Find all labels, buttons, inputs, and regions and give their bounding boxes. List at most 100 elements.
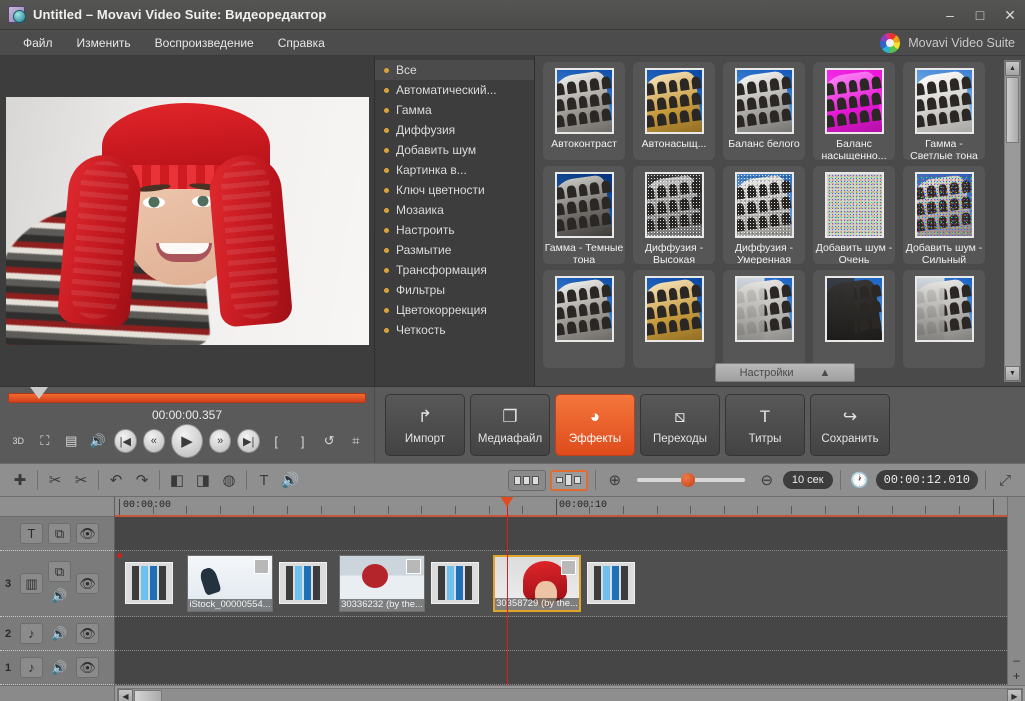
preview-pane[interactable]	[0, 56, 375, 386]
category-item-1[interactable]: Автоматический...	[375, 80, 534, 100]
minimize-button[interactable]: –	[935, 1, 965, 29]
rewind-button[interactable]: «	[143, 429, 166, 453]
scroll-up-button[interactable]: ▲	[1005, 61, 1020, 76]
effect-item-12[interactable]	[723, 270, 805, 368]
menu-help[interactable]: Справка	[267, 33, 336, 53]
category-item-7[interactable]: Мозаика	[375, 200, 534, 220]
transition-clip[interactable]	[431, 562, 479, 604]
track-height-decrease-button[interactable]: –	[1010, 653, 1024, 667]
scroll-left-button[interactable]: ◀	[118, 689, 133, 701]
effect-item-5[interactable]: Гамма - Темные тона	[543, 166, 625, 264]
effect-item-9[interactable]: Добавить шум - Сильный	[903, 166, 985, 264]
track-header-audio-2[interactable]: 2 ♪ 🔊 👁	[0, 617, 114, 651]
audio1-track-mute-icon[interactable]: 🔊	[48, 657, 71, 678]
effects-scrollbar[interactable]: ▲ ▼	[1004, 60, 1021, 382]
mode-tab-0[interactable]: ↱Импорт	[385, 394, 465, 456]
audio2-track-mute-icon[interactable]: 🔊	[48, 623, 71, 644]
effect-item-7[interactable]: Диффузия - Умеренная	[723, 166, 805, 264]
settings-button[interactable]: Настройки ▲	[715, 363, 855, 382]
maximize-button[interactable]: □	[965, 1, 995, 29]
lane-title[interactable]	[115, 517, 1025, 551]
mode-tab-5[interactable]: ↪Сохранить	[810, 394, 890, 456]
category-item-9[interactable]: Размытие	[375, 240, 534, 260]
effect-item-3[interactable]: Баланс насыщенно...	[813, 62, 895, 160]
transition-clip[interactable]	[587, 562, 635, 604]
mode-tab-4[interactable]: TТитры	[725, 394, 805, 456]
scrollbar-thumb[interactable]	[1006, 77, 1019, 143]
play-button[interactable]: ▶	[171, 424, 203, 458]
category-item-0[interactable]: Все	[375, 60, 534, 80]
fullscreen-icon[interactable]: ⤢	[993, 468, 1017, 492]
title-track-lock-icon[interactable]: ⧉	[48, 523, 71, 544]
rotate-button[interactable]: ↺	[319, 430, 340, 452]
zoom-in-icon[interactable]: ⊕	[603, 468, 627, 492]
timeline-tracks-area[interactable]: 00:00:0000:00:10 iStock_00000554...30336…	[115, 497, 1025, 685]
zoom-slider[interactable]	[637, 478, 745, 482]
timeline-horizontal-scrollbar[interactable]: ◀ ▶	[117, 688, 1023, 701]
video-track-lock-icon[interactable]: ⧉	[48, 561, 71, 582]
category-item-4[interactable]: Добавить шум	[375, 140, 534, 160]
mode-tab-1[interactable]: ❐Медиафайл	[470, 394, 550, 456]
clip-effect-badge-icon[interactable]	[406, 559, 421, 574]
transition-clip[interactable]	[279, 562, 327, 604]
category-item-5[interactable]: Картинка в...	[375, 160, 534, 180]
mode-tab-3[interactable]: ⧅Переходы	[640, 394, 720, 456]
scroll-down-button[interactable]: ▼	[1005, 366, 1020, 381]
video-track-mute-icon[interactable]: 🔊	[48, 585, 71, 606]
menu-edit[interactable]: Изменить	[66, 33, 142, 53]
prev-clip-button[interactable]: |◀	[114, 429, 137, 453]
track-header-title[interactable]: T ⧉ 👁	[0, 517, 114, 551]
audio2-track-visibility-icon[interactable]: 👁	[76, 623, 99, 644]
crop-button[interactable]: ⌗	[346, 430, 367, 452]
3d-mode-button[interactable]: 3D	[8, 430, 29, 452]
menu-file[interactable]: Файл	[12, 33, 64, 53]
playhead[interactable]	[507, 497, 508, 685]
seek-bar[interactable]	[8, 393, 366, 403]
add-title-button[interactable]: T	[252, 468, 276, 492]
effect-item-2[interactable]: Баланс белого	[723, 62, 805, 160]
split-button[interactable]: ✂	[43, 468, 67, 492]
effect-item-4[interactable]: Гамма - Светлые тона	[903, 62, 985, 160]
zoom-out-icon[interactable]: ⊖	[755, 468, 779, 492]
mark-in-button[interactable]: [	[266, 430, 287, 452]
clip-properties-button[interactable]: ◍	[217, 468, 241, 492]
horizontal-scrollbar-thumb[interactable]	[134, 690, 162, 701]
menu-playback[interactable]: Воспроизведение	[144, 33, 265, 53]
redo-button[interactable]: ↷	[130, 468, 154, 492]
effect-item-8[interactable]: Добавить шум - Очень	[813, 166, 895, 264]
undo-button[interactable]: ↶	[104, 468, 128, 492]
audio1-track-visibility-icon[interactable]: 👁	[76, 657, 99, 678]
category-item-11[interactable]: Фильтры	[375, 280, 534, 300]
video-clip[interactable]: 30336232 (by the...	[339, 555, 425, 612]
storyboard-view-button[interactable]	[508, 470, 546, 491]
video-clip[interactable]: iStock_00000554...	[187, 555, 273, 612]
category-item-3[interactable]: Диффузия	[375, 120, 534, 140]
track-header-video[interactable]: 3 ▥ ⧉ 🔊 👁	[0, 551, 114, 617]
title-track-visibility-icon[interactable]: 👁	[76, 523, 99, 544]
lane-video[interactable]: iStock_00000554...30336232 (by the...303…	[115, 551, 1025, 617]
detach-audio-button[interactable]: ◧	[165, 468, 189, 492]
aspect-ratio-button[interactable]: ⛶	[35, 430, 56, 452]
close-button[interactable]: ✕	[995, 1, 1025, 29]
track-header-audio-1[interactable]: 1 ♪ 🔊 👁	[0, 651, 114, 685]
mark-out-button[interactable]: ]	[292, 430, 313, 452]
record-audio-button[interactable]: 🔊	[278, 468, 302, 492]
lane-audio-2[interactable]	[115, 617, 1025, 651]
split-all-button[interactable]: ✂	[69, 468, 93, 492]
lane-audio-1[interactable]	[115, 651, 1025, 685]
transition-clip[interactable]	[125, 562, 173, 604]
clip-effect-badge-icon[interactable]	[561, 560, 576, 575]
mode-tab-2[interactable]: ◕Эффекты	[555, 394, 635, 456]
volume-button[interactable]: 🔊	[88, 430, 109, 452]
clip-effect-badge-icon[interactable]	[254, 559, 269, 574]
snapshot-button[interactable]: ▤	[61, 430, 82, 452]
effect-category-list[interactable]: ВсеАвтоматический...ГаммаДиффузияДобавит…	[375, 56, 535, 386]
category-item-13[interactable]: Четкость	[375, 320, 534, 340]
add-media-button[interactable]: ✚	[8, 468, 32, 492]
seek-row[interactable]	[8, 387, 366, 409]
category-item-12[interactable]: Цветокоррекция	[375, 300, 534, 320]
category-item-8[interactable]: Настроить	[375, 220, 534, 240]
track-height-increase-button[interactable]: +	[1010, 669, 1024, 683]
forward-button[interactable]: »	[209, 429, 232, 453]
effect-item-1[interactable]: Автонасыщ...	[633, 62, 715, 160]
